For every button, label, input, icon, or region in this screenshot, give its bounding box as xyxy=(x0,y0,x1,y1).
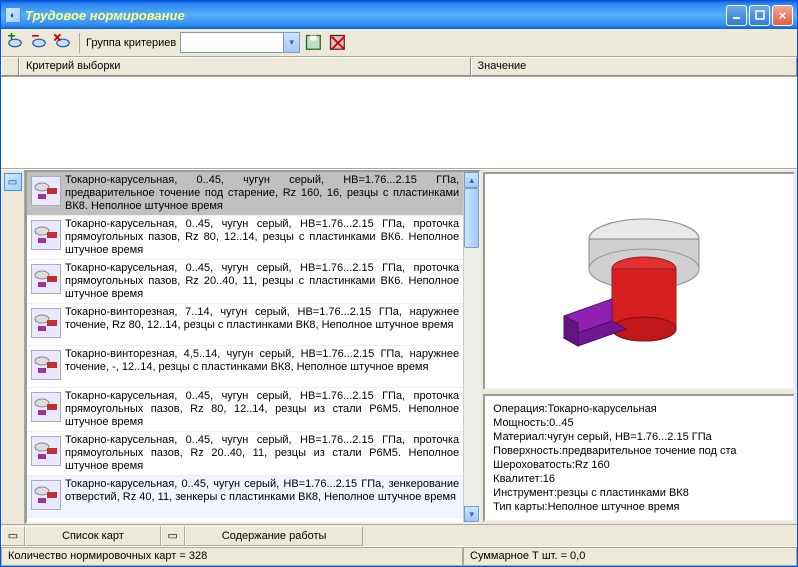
list-item-text: Токарно-винторезная, 7..14, чугун серый,… xyxy=(65,306,459,332)
list-item-text: Токарно-карусельная, 0..45, чугун серый,… xyxy=(65,390,459,429)
card-icon xyxy=(31,392,61,422)
list-item-text: Токарно-карусельная, 0..45, чугун серый,… xyxy=(65,174,459,213)
card-icon xyxy=(31,176,61,206)
list-item[interactable]: Токарно-винторезная, 4,5..14, чугун серы… xyxy=(27,346,463,388)
main-content: ▭ Токарно-карусельная, 0..45, чугун серы… xyxy=(1,169,797,524)
add-criteria-icon[interactable]: + xyxy=(5,33,25,53)
clear-criteria-icon[interactable] xyxy=(53,33,73,53)
list-item[interactable]: Токарно-винторезная, 7..14, чугун серый,… xyxy=(27,304,463,346)
svg-text:−: − xyxy=(32,33,40,44)
criteria-col-header[interactable]: Критерий выборки xyxy=(19,57,471,76)
criteria-header-spacer xyxy=(1,57,19,76)
tab-card-list[interactable]: Список карт xyxy=(25,526,161,546)
scroll-track[interactable] xyxy=(464,188,479,506)
list-item[interactable]: Токарно-карусельная, 0..45, чугун серый,… xyxy=(27,260,463,304)
detail-value: Неполное штучное время xyxy=(548,500,680,514)
app-icon: ◐ xyxy=(5,7,21,23)
delete-group-icon[interactable] xyxy=(328,33,348,53)
detail-label: Поверхность: xyxy=(493,444,562,458)
cards-view-icon[interactable]: ▭ xyxy=(4,173,22,191)
close-button[interactable]: × xyxy=(772,5,793,26)
status-count: Количество нормировочных карт = 328 xyxy=(1,547,463,566)
separator xyxy=(79,33,80,53)
titlebar[interactable]: ◐ Трудовое нормирование × xyxy=(1,1,797,29)
tab-list-icon[interactable]: ▭ xyxy=(1,526,25,546)
scrollbar[interactable]: ▲ ▼ xyxy=(463,172,479,522)
detail-label: Мощность: xyxy=(493,416,549,430)
list-item-text: Токарно-карусельная, 0..45, чугун серый,… xyxy=(65,434,459,473)
list-item[interactable]: Токарно-карусельная, 0..45, чугун серый,… xyxy=(27,476,463,518)
cards-list[interactable]: Токарно-карусельная, 0..45, чугун серый,… xyxy=(27,172,463,522)
svg-text:+: + xyxy=(8,33,16,44)
detail-label: Квалитет: xyxy=(493,472,543,486)
cards-list-panel: Токарно-карусельная, 0..45, чугун серый,… xyxy=(25,170,481,524)
card-icon xyxy=(31,220,61,250)
card-icon xyxy=(31,436,61,466)
preview-3d[interactable] xyxy=(483,172,795,390)
scroll-up-icon[interactable]: ▲ xyxy=(464,172,479,188)
list-item[interactable]: Токарно-карусельная, 0..45, чугун серый,… xyxy=(27,216,463,260)
detail-label: Шероховатость: xyxy=(493,458,575,472)
list-item-text: Токарно-карусельная, 0..45, чугун серый,… xyxy=(65,218,459,257)
detail-value: чугун серый, HB=1.76...2.15 ГПа xyxy=(547,430,712,444)
detail-label: Операция: xyxy=(493,402,547,416)
save-group-icon[interactable] xyxy=(304,33,324,53)
card-icon xyxy=(31,308,61,338)
list-item[interactable]: Токарно-карусельная, 0..45, чугун серый,… xyxy=(27,388,463,432)
scroll-down-icon[interactable]: ▼ xyxy=(464,506,479,522)
detail-label: Материал: xyxy=(493,430,547,444)
criteria-group-combo[interactable]: ▼ xyxy=(180,32,300,53)
tab-content-icon[interactable]: ▭ xyxy=(161,526,185,546)
part-3d-icon xyxy=(539,196,739,366)
status-sum: Суммарное Т шт. = 0,0 xyxy=(463,547,797,566)
detail-value: резцы с пластинками ВК8 xyxy=(557,486,689,500)
card-icon xyxy=(31,350,61,380)
scroll-thumb[interactable] xyxy=(464,188,479,248)
left-sidebar: ▭ xyxy=(1,170,25,524)
list-item-text: Токарно-карусельная, 0..45, чугун серый,… xyxy=(65,262,459,301)
bottom-tabs: ▭ Список карт ▭ Содержание работы xyxy=(1,524,797,546)
list-item-text: Токарно-карусельная, 0..45, чугун серый,… xyxy=(65,478,459,504)
detail-value: предварительное точение под ста xyxy=(562,444,737,458)
value-col-header[interactable]: Значение xyxy=(471,57,798,76)
detail-value: 16 xyxy=(543,472,555,486)
window-title: Трудовое нормирование xyxy=(25,8,726,23)
list-item[interactable]: Токарно-карусельная, 0..45, чугун серый,… xyxy=(27,432,463,476)
detail-value: 0..45 xyxy=(549,416,573,430)
chevron-down-icon[interactable]: ▼ xyxy=(283,33,299,52)
toolbar: + − Группа критериев ▼ xyxy=(1,29,797,57)
detail-label: Инструмент: xyxy=(493,486,557,500)
card-icon xyxy=(31,480,61,510)
list-item-text: Токарно-винторезная, 4,5..14, чугун серы… xyxy=(65,348,459,374)
criteria-header: Критерий выборки Значение xyxy=(1,57,797,77)
maximize-button[interactable] xyxy=(749,5,770,26)
tab-work-content[interactable]: Содержание работы xyxy=(185,526,364,546)
detail-value: Rz 160 xyxy=(575,458,610,472)
list-item[interactable]: Токарно-карусельная, 0..45, чугун серый,… xyxy=(27,172,463,216)
card-icon xyxy=(31,264,61,294)
detail-label: Тип карты: xyxy=(493,500,547,514)
minimize-button[interactable] xyxy=(726,5,747,26)
right-panel: Операция: Токарно-карусельная Мощность: … xyxy=(481,170,797,524)
detail-value: Токарно-карусельная xyxy=(547,402,656,416)
group-label: Группа критериев xyxy=(86,37,176,49)
remove-criteria-icon[interactable]: − xyxy=(29,33,49,53)
statusbar: Количество нормировочных карт = 328 Сумм… xyxy=(1,546,797,566)
criteria-grid[interactable] xyxy=(1,77,797,169)
app-window: ◐ Трудовое нормирование × + − Группа кри… xyxy=(0,0,798,567)
details-panel: Операция: Токарно-карусельная Мощность: … xyxy=(483,394,795,522)
